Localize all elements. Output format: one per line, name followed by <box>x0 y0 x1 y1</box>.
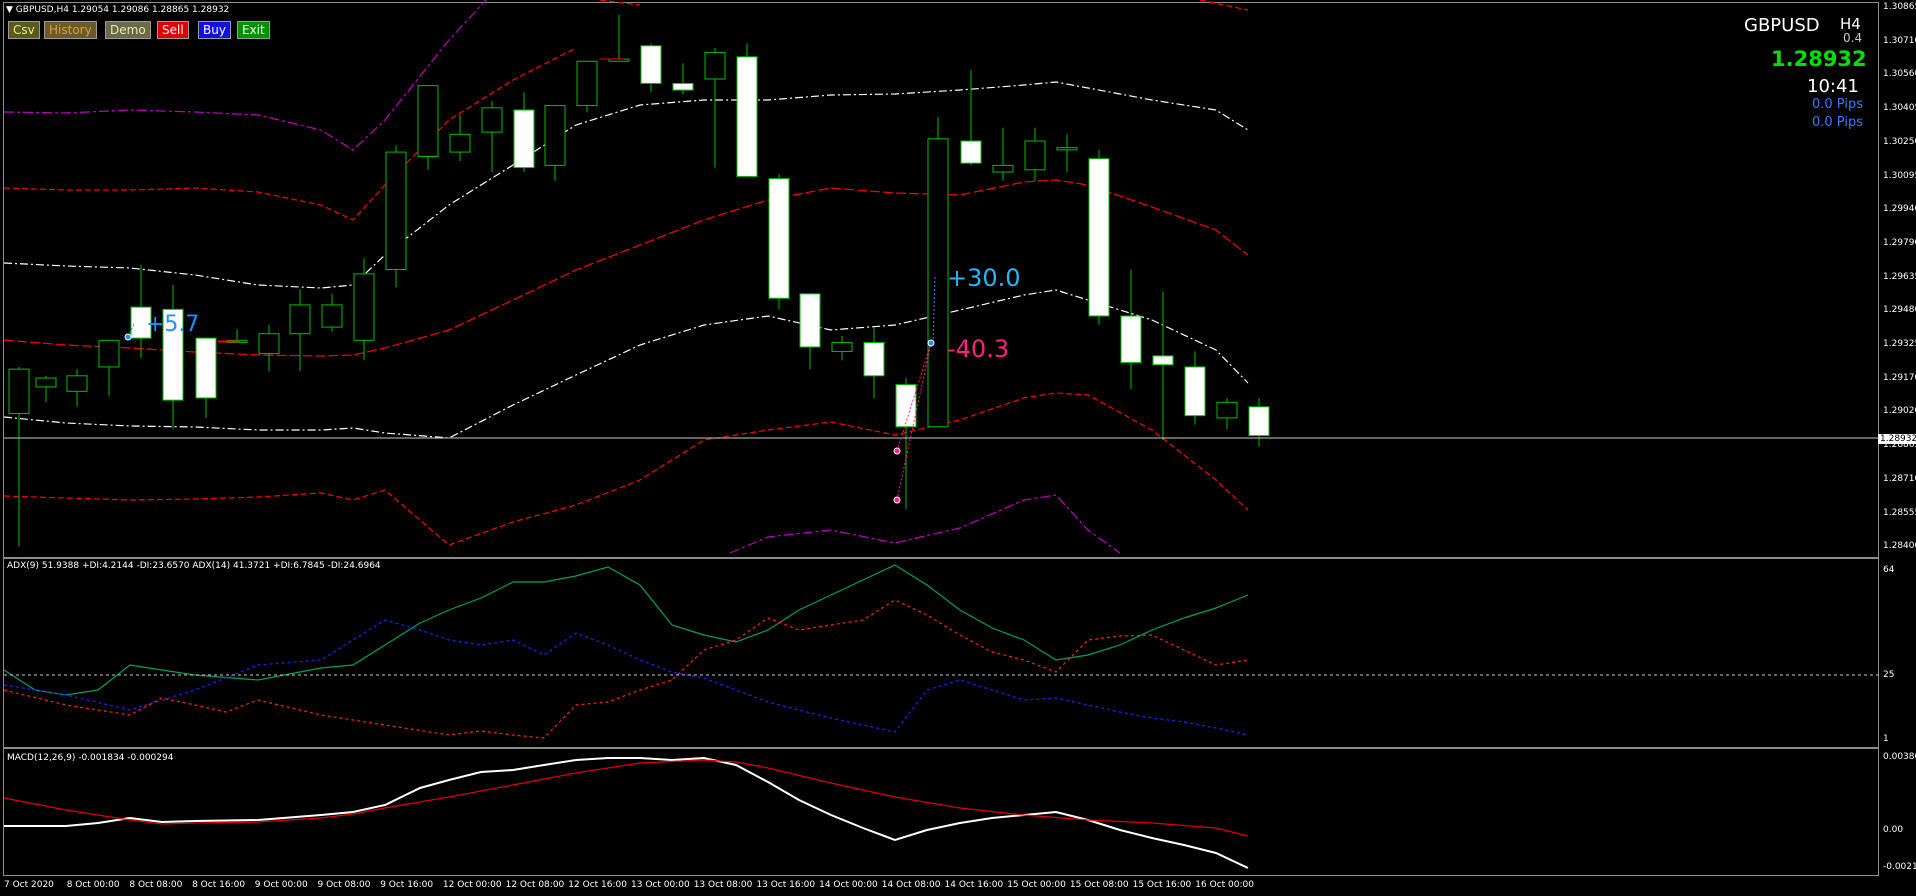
price-axis-label: 1.30095 <box>1883 170 1916 181</box>
time-axis-label: 8 Oct 08:00 <box>129 880 183 890</box>
time-axis-label: 12 Oct 08:00 <box>505 880 565 890</box>
trade-label-1: +5.7 <box>146 312 200 337</box>
price-axis-label: 1.29170 <box>1883 372 1916 383</box>
time-axis-label: 9 Oct 00:00 <box>254 880 308 890</box>
price-label: 1.28932 <box>1771 47 1867 71</box>
demo-button[interactable]: Demo <box>105 21 151 39</box>
triangle-down-icon[interactable]: ▼ <box>6 5 13 15</box>
buy-button[interactable]: Buy <box>198 21 231 39</box>
trade-label-2: +30.0 <box>947 264 1021 292</box>
pips-label-2: 0.0 Pips <box>1812 115 1863 130</box>
price-chart-panel[interactable] <box>3 2 1879 558</box>
macd-axis-label: 0.00 <box>1883 825 1904 835</box>
time-axis-label: 13 Oct 08:00 <box>693 880 753 890</box>
price-axis-label: 1.30865 <box>1883 2 1916 12</box>
price-axis-label: 1.29325 <box>1883 339 1916 349</box>
symbol-label: GBPUSD <box>1744 15 1820 36</box>
price-axis-label: 1.30405 <box>1883 103 1916 114</box>
time-axis-label: 8 Oct 00:00 <box>66 880 120 890</box>
current-price-tag: 1.28932 <box>1878 434 1916 444</box>
price-axis-label: 1.29790 <box>1883 237 1916 248</box>
price-axis-label: 1.29940 <box>1883 204 1916 215</box>
price-axis-label: 1.30710 <box>1883 35 1916 46</box>
price-axis-label: 1.30250 <box>1883 136 1916 147</box>
time-axis-label: 13 Oct 00:00 <box>631 880 690 890</box>
macd-panel[interactable] <box>3 748 1879 876</box>
chart-title: ▼ GBPUSD,H4 1.29054 1.29086 1.28865 1.28… <box>6 5 230 15</box>
macd-axis-label: 0.003805 <box>1883 752 1916 762</box>
price-axis-label: 1.29635 <box>1883 271 1916 282</box>
time-axis-label: 15 Oct 16:00 <box>1132 880 1192 890</box>
time-axis-label: 14 Oct 08:00 <box>881 880 941 890</box>
history-button[interactable]: History <box>44 21 97 39</box>
exit-button[interactable]: Exit <box>237 21 270 39</box>
price-axis-label: 1.29480 <box>1883 305 1916 316</box>
macd-title: MACD(12,26,9) -0.001834 -0.000294 <box>7 753 174 763</box>
time-axis-label: 16 Oct 00:00 <box>1195 880 1254 890</box>
csv-button[interactable]: Csv <box>8 21 40 39</box>
price-axis-label: 1.29020 <box>1883 406 1916 417</box>
macd-axis-label: -0.002103 <box>1883 862 1916 872</box>
price-axis-label: 1.28400 <box>1883 541 1916 552</box>
time-label: 10:41 <box>1807 76 1859 97</box>
price-axis-label: 1.30560 <box>1883 69 1916 80</box>
time-axis-label: 15 Oct 08:00 <box>1069 880 1129 890</box>
time-axis-label: 8 Oct 16:00 <box>192 880 246 890</box>
trade-label-3: -40.3 <box>947 335 1010 363</box>
price-axis-label: 1.28555 <box>1883 507 1916 518</box>
price-axis-label: 1.28710 <box>1883 473 1916 484</box>
time-axis-label: 12 Oct 16:00 <box>568 880 627 890</box>
time-axis-label: 14 Oct 00:00 <box>819 880 878 890</box>
adx-axis-label: 1 <box>1883 734 1889 744</box>
time-axis-label: 7 Oct 2020 <box>4 880 54 890</box>
adx-title: ADX(9) 51.9388 +DI:4.2144 -DI:23.6570 AD… <box>7 561 381 571</box>
time-axis-label: 9 Oct 16:00 <box>380 880 434 890</box>
adx-axis-label: 64 <box>1883 565 1895 575</box>
time-axis-label: 9 Oct 08:00 <box>317 880 371 890</box>
time-axis-label: 14 Oct 16:00 <box>944 880 1004 890</box>
time-axis-label: 12 Oct 00:00 <box>442 880 502 890</box>
time-axis-label: 13 Oct 16:00 <box>756 880 816 890</box>
adx-panel[interactable] <box>3 558 1879 748</box>
spread-label: 0.4 <box>1843 31 1863 45</box>
adx-axis-label: 25 <box>1883 670 1895 680</box>
time-axis-label: 15 Oct 00:00 <box>1007 880 1066 890</box>
pips-label-1: 0.0 Pips <box>1812 97 1863 112</box>
sell-button[interactable]: Sell <box>157 21 189 39</box>
